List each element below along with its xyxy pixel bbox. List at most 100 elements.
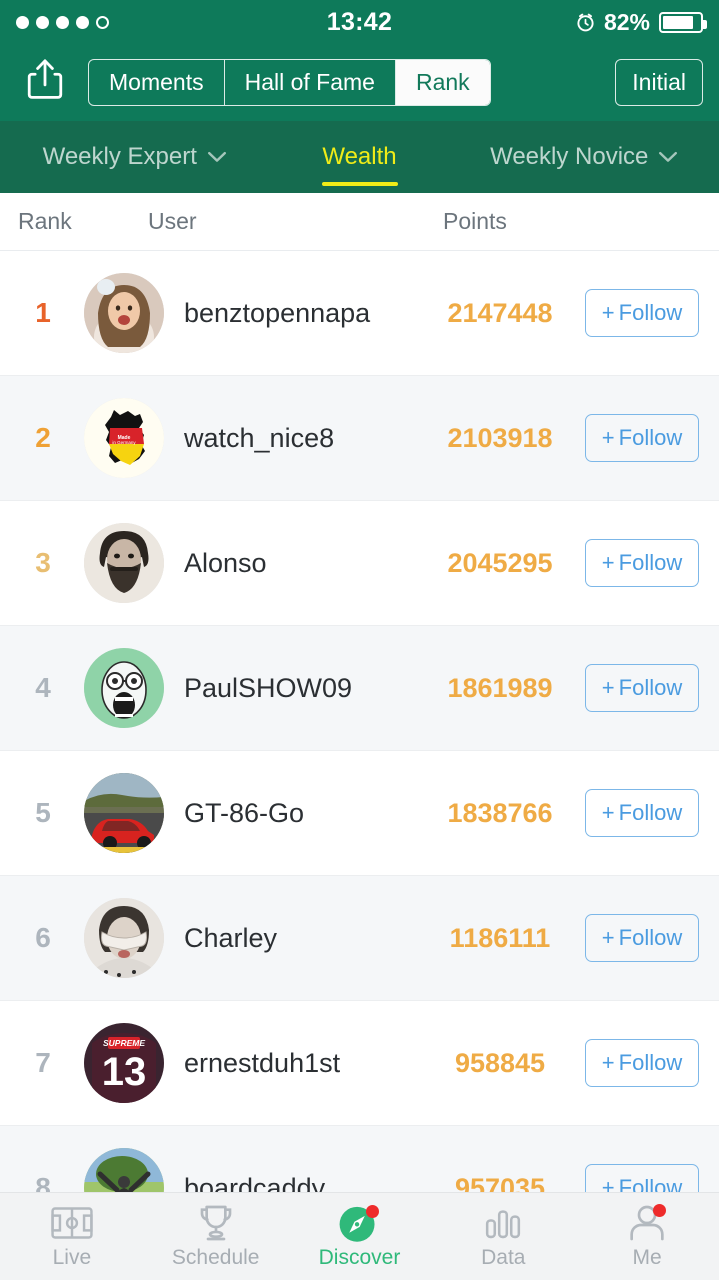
plus-icon: + [601, 800, 615, 825]
notification-badge [653, 1204, 667, 1217]
rank-number: 1 [35, 297, 51, 328]
chevron-down-icon [207, 149, 227, 166]
table-row[interactable]: 5 GT-86-Go 1838766 + Follow [0, 751, 719, 876]
avatar[interactable] [84, 273, 164, 353]
follow-button-label: Follow [618, 675, 683, 700]
follow-button[interactable]: + Follow [585, 289, 699, 337]
avatar[interactable] [84, 898, 164, 978]
username[interactable]: GT-86-Go [184, 798, 304, 829]
person-icon [627, 1203, 667, 1243]
share-upload-icon [25, 57, 65, 108]
points-value: 2103918 [447, 422, 553, 453]
subnav-weekly-novice[interactable]: Weekly Novice [450, 121, 719, 193]
follow-button-label: Follow [618, 925, 683, 950]
rank-number: 7 [35, 1047, 51, 1078]
tab-data[interactable]: Data [431, 1203, 575, 1270]
username[interactable]: watch_nice8 [184, 423, 334, 454]
rank-number: 3 [35, 547, 51, 578]
status-bar: 13:42 82% [0, 0, 719, 44]
column-header-points: Points [443, 208, 507, 234]
subnav-weekly-expert-label: Weekly Expert [42, 143, 197, 170]
share-button[interactable] [16, 57, 74, 108]
tab-schedule-label: Schedule [171, 1246, 260, 1269]
avatar[interactable] [84, 523, 164, 603]
avatar[interactable] [84, 773, 164, 853]
rank-number: 4 [35, 672, 51, 703]
soccer-pitch-icon [51, 1203, 93, 1243]
follow-button[interactable]: + Follow [585, 789, 699, 837]
compass-icon [337, 1203, 381, 1243]
table-row[interactable]: 4 PaulSHOW09 1861989 + Follow [0, 626, 719, 751]
table-row[interactable]: 1 benztopennapa 2147448 + Follow [0, 251, 719, 376]
plus-icon: + [601, 425, 615, 450]
plus-icon: + [601, 675, 615, 700]
follow-button[interactable]: + Follow [585, 414, 699, 462]
tab-me[interactable]: Me [575, 1203, 719, 1270]
points-value: 1186111 [449, 922, 551, 953]
table-row[interactable]: 6 Charley 1186111 + Follow [0, 876, 719, 1001]
bar-chart-icon [484, 1203, 522, 1243]
table-row[interactable]: 8 boardcaddy 957035 + Follow [0, 1126, 719, 1200]
follow-button-label: Follow [618, 1050, 683, 1075]
bottom-tab-bar: Live Schedule Discover Data Me [0, 1192, 719, 1280]
segment-moments[interactable]: Moments [89, 60, 225, 105]
active-tab-underline [321, 182, 398, 186]
alarm-clock-icon [576, 13, 595, 32]
subnav-weekly-expert[interactable]: Weekly Expert [0, 121, 270, 193]
follow-button-label: Follow [618, 300, 683, 325]
svg-text:13: 13 [102, 1050, 147, 1094]
ranking-list[interactable]: 1 benztopennapa 2147448 + Follow 2 Made in Germ… [0, 251, 719, 1200]
rank-number: 6 [35, 922, 51, 953]
avatar[interactable]: SUPREME 13 [84, 1023, 164, 1103]
status-bar-right: 82% [576, 8, 707, 36]
follow-button[interactable]: + Follow [585, 539, 699, 587]
avatar[interactable]: Made in Germany [84, 398, 164, 478]
username[interactable]: ernestduh1st [184, 1048, 340, 1079]
tab-live-label: Live [52, 1246, 92, 1269]
subnav-wealth[interactable]: Wealth [270, 121, 450, 193]
segment-hall-of-fame[interactable]: Hall of Fame [225, 60, 396, 105]
tab-live[interactable]: Live [0, 1203, 144, 1270]
username[interactable]: Alonso [184, 548, 267, 579]
follow-button[interactable]: + Follow [585, 664, 699, 712]
column-header-rank: Rank [18, 208, 72, 234]
plus-icon: + [601, 925, 615, 950]
subnav-weekly-novice-label: Weekly Novice [490, 143, 649, 170]
rank-number: 2 [35, 422, 51, 453]
tab-discover-label: Discover [318, 1246, 401, 1269]
tab-data-label: Data [481, 1246, 526, 1269]
trophy-icon [196, 1203, 236, 1243]
tab-discover[interactable]: Discover [288, 1203, 432, 1270]
username[interactable]: PaulSHOW09 [184, 673, 352, 704]
svg-text:in Germany: in Germany [112, 440, 136, 445]
battery-percentage: 82% [603, 8, 650, 35]
points-value: 2147448 [447, 297, 553, 328]
table-row[interactable]: 3 Alonso 2045295 + Follow [0, 501, 719, 626]
follow-button[interactable]: + Follow [585, 914, 699, 962]
column-header-user: User [148, 208, 197, 234]
battery-icon [659, 11, 707, 33]
tab-schedule[interactable]: Schedule [144, 1203, 288, 1270]
follow-button-label: Follow [618, 425, 683, 450]
initial-button[interactable]: Initial [615, 59, 703, 106]
sub-navigation-bar: Weekly Expert Wealth Weekly Novice [0, 121, 719, 193]
segmented-control: Moments Hall of Fame Rank [88, 59, 491, 106]
tab-me-label: Me [632, 1246, 662, 1269]
segment-rank[interactable]: Rank [395, 60, 490, 105]
rank-number: 5 [35, 797, 51, 828]
follow-button[interactable]: + Follow [585, 1039, 699, 1087]
table-row[interactable]: 2 Made in Germany watch_nice8 2103918 + Follow [0, 376, 719, 501]
follow-button-label: Follow [618, 800, 683, 825]
avatar[interactable] [84, 648, 164, 728]
svg-text:SUPREME: SUPREME [103, 1038, 145, 1048]
points-value: 1861989 [447, 672, 553, 703]
points-value: 1838766 [447, 797, 553, 828]
plus-icon: + [601, 300, 615, 325]
follow-button-label: Follow [618, 550, 683, 575]
points-value: 2045295 [447, 547, 553, 578]
username[interactable]: benztopennapa [184, 298, 370, 329]
plus-icon: + [601, 550, 615, 575]
subnav-wealth-label: Wealth [322, 143, 397, 170]
username[interactable]: Charley [184, 923, 277, 954]
table-row[interactable]: 7 SUPREME 13 ernestduh1st 958845 + Follow [0, 1001, 719, 1126]
